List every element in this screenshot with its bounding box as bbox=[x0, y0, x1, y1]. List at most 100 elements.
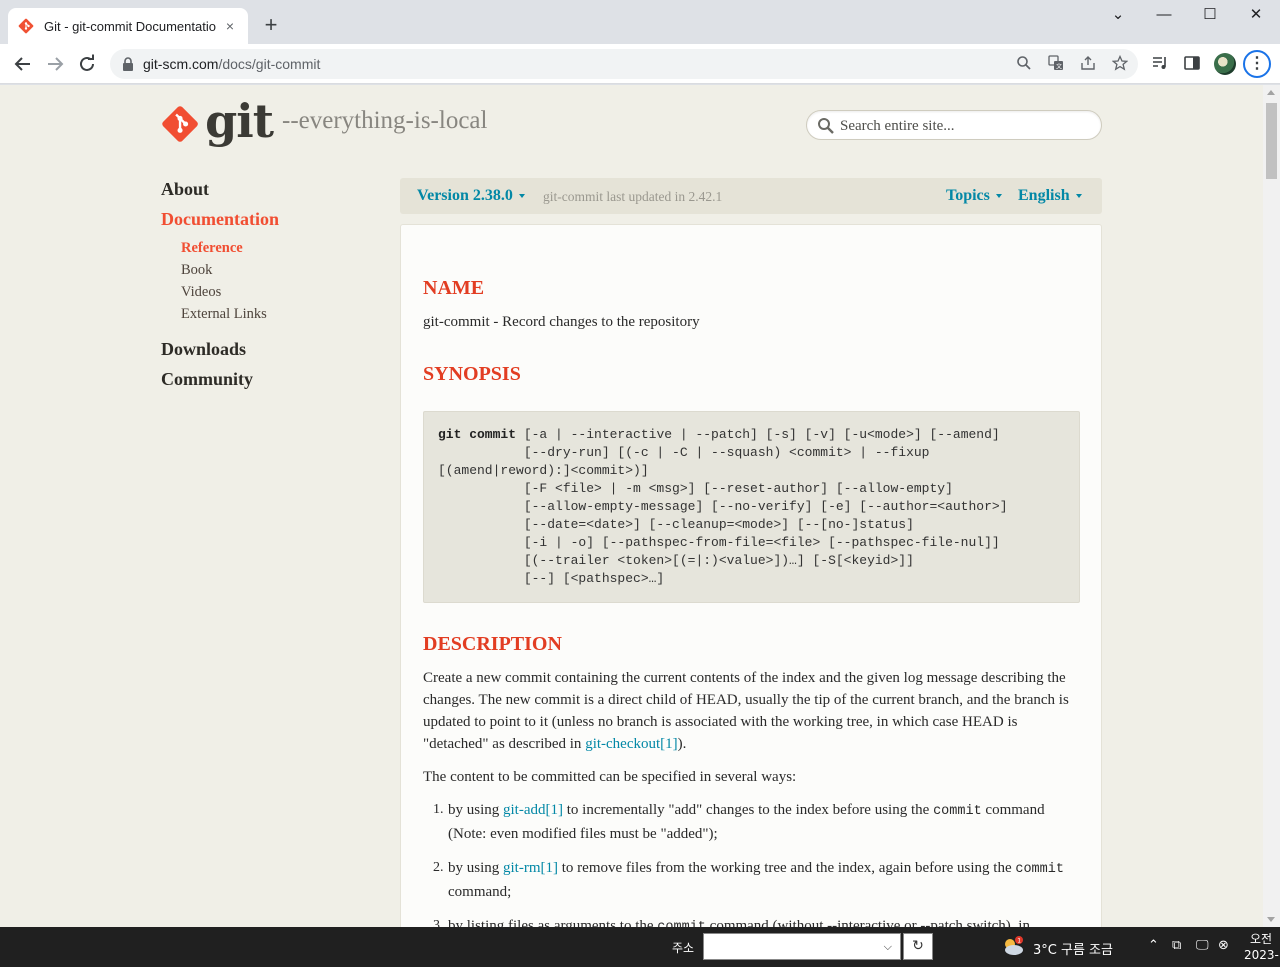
synopsis-block: git commit [-a | --interactive | --patch… bbox=[423, 411, 1080, 603]
caret-down-icon bbox=[1075, 194, 1082, 199]
synopsis-line: [--] [<pathspec>…] bbox=[438, 571, 665, 586]
reload-button[interactable] bbox=[75, 52, 99, 76]
browser-toolbar: git-scm.com/docs/git-commit 文 ⋮ bbox=[0, 44, 1280, 84]
git-rm-link[interactable]: git-rm[1] bbox=[503, 860, 558, 876]
url-host: git-scm.com bbox=[143, 56, 219, 72]
last-updated-text: git-commit last updated in 2.42.1 bbox=[543, 189, 723, 204]
list-text: by using bbox=[448, 860, 504, 876]
caret-down-icon bbox=[518, 194, 525, 199]
list-item: 1. by using git-add[1] to incrementally … bbox=[423, 799, 1083, 845]
language-dropdown[interactable]: English bbox=[1018, 187, 1082, 205]
name-heading: NAME bbox=[423, 277, 485, 299]
git-add-link[interactable]: git-add[1] bbox=[503, 802, 563, 818]
zoom-search-icon[interactable] bbox=[1015, 55, 1033, 73]
url-text: git-scm.com/docs/git-commit bbox=[143, 56, 320, 72]
address-refresh-button[interactable]: ↻ bbox=[903, 933, 933, 960]
list-item: 2. by using git-rm[1] to remove files fr… bbox=[423, 857, 1083, 903]
list-number: 3. bbox=[433, 918, 444, 927]
synopsis-line: [-i | -o] [--pathspec-from-file=<file> [… bbox=[438, 535, 1000, 550]
weather-text[interactable]: 3°C 구름 조금 bbox=[1033, 939, 1113, 958]
maximize-button[interactable]: ☐ bbox=[1187, 4, 1233, 26]
site-search[interactable] bbox=[806, 110, 1102, 140]
synopsis-line: [--date=<date>] [--cleanup=<mode>] [--[n… bbox=[438, 517, 914, 532]
nav-book[interactable]: Book bbox=[161, 259, 361, 281]
browser-tab[interactable]: Git - git-commit Documentation × bbox=[8, 8, 248, 44]
svg-text:文: 文 bbox=[1056, 63, 1062, 71]
version-label: Version 2.38.0 bbox=[417, 187, 513, 204]
media-playlist-icon[interactable] bbox=[1150, 54, 1170, 74]
version-dropdown[interactable]: Version 2.38.0 bbox=[417, 187, 525, 205]
inline-code: commit bbox=[657, 920, 706, 927]
bookmark-star-icon[interactable] bbox=[1111, 54, 1129, 73]
git-logo-icon bbox=[162, 106, 198, 142]
svg-text:1: 1 bbox=[1017, 938, 1021, 945]
nav-downloads[interactable]: Downloads bbox=[161, 337, 361, 367]
translate-icon[interactable]: 文 bbox=[1047, 55, 1065, 73]
ways-list: 1. by using git-add[1] to incrementally … bbox=[423, 799, 1083, 927]
list-text: to incrementally "add" changes to the in… bbox=[563, 802, 934, 818]
os-taskbar: 주소 ⌵ ↻ 1 3°C 구름 조금 ⌃ ⧉ 🖵 ⊗ 오전 2023- bbox=[0, 927, 1280, 967]
forward-arrow-icon bbox=[48, 57, 64, 71]
scrollbar-thumb[interactable] bbox=[1266, 103, 1277, 179]
nav-reference[interactable]: Reference bbox=[161, 237, 361, 259]
side-panel-icon[interactable] bbox=[1182, 54, 1202, 74]
scroll-down-icon[interactable] bbox=[1267, 917, 1275, 922]
close-window-button[interactable]: ✕ bbox=[1233, 4, 1279, 26]
git-checkout-link[interactable]: git-checkout[1] bbox=[585, 736, 677, 752]
new-tab-button[interactable]: + bbox=[260, 14, 282, 36]
nav-community[interactable]: Community bbox=[161, 367, 361, 397]
inline-code: commit bbox=[933, 804, 982, 819]
tab-search-icon[interactable]: ⌄ bbox=[1095, 4, 1141, 26]
synopsis-line: [--allow-empty-message] [--no-verify] [-… bbox=[438, 499, 1008, 514]
tray-app-icon[interactable]: ⧉ bbox=[1172, 938, 1181, 953]
page-viewport: git --everything-is-local About Document… bbox=[0, 85, 1263, 927]
logo-wordmark: git bbox=[205, 94, 274, 148]
minimize-button[interactable]: — bbox=[1141, 4, 1187, 26]
site-tagline: --everything-is-local bbox=[282, 107, 488, 134]
search-icon bbox=[818, 118, 834, 134]
nav-external-links[interactable]: External Links bbox=[161, 303, 361, 325]
address-bar[interactable]: git-scm.com/docs/git-commit 文 bbox=[110, 49, 1138, 79]
topics-dropdown[interactable]: Topics bbox=[946, 187, 1002, 205]
weather-cloud-icon[interactable]: 1 bbox=[1000, 935, 1026, 957]
scroll-up-icon[interactable] bbox=[1267, 90, 1275, 95]
description-text: Create a new commit containing the curre… bbox=[423, 670, 1069, 752]
address-toolbar-input[interactable]: ⌵ bbox=[703, 933, 901, 960]
git-logo[interactable]: git bbox=[161, 94, 274, 149]
page-scrollbar[interactable] bbox=[1263, 85, 1280, 927]
nav-videos[interactable]: Videos bbox=[161, 281, 361, 303]
synopsis-code: git commit [-a | --interactive | --patch… bbox=[438, 426, 1008, 588]
browser-menu-button[interactable]: ⋮ bbox=[1243, 50, 1271, 78]
forward-button[interactable] bbox=[43, 52, 67, 76]
tray-chevron-up-icon[interactable]: ⌃ bbox=[1148, 938, 1159, 953]
clock-date[interactable]: 2023- bbox=[1244, 948, 1279, 962]
profile-avatar[interactable] bbox=[1214, 53, 1236, 75]
reload-icon bbox=[80, 54, 94, 71]
lock-icon[interactable] bbox=[122, 57, 134, 71]
synopsis-heading: SYNOPSIS bbox=[423, 363, 521, 385]
synopsis-line: [-a | --interactive | --patch] [-s] [-v]… bbox=[516, 427, 1000, 442]
tab-close-icon[interactable]: × bbox=[222, 18, 238, 34]
nav-documentation[interactable]: Documentation bbox=[161, 207, 361, 237]
browser-titlebar: Git - git-commit Documentation × + ⌄ — ☐… bbox=[0, 0, 1280, 44]
synopsis-line: [-F <file> | -m <msg>] [--reset-author] … bbox=[438, 481, 953, 496]
back-button[interactable] bbox=[11, 52, 35, 76]
search-input[interactable] bbox=[840, 116, 1090, 136]
synopsis-line: [(amend|reword):]<commit>)] bbox=[438, 463, 649, 478]
share-icon[interactable] bbox=[1079, 55, 1097, 73]
inline-code: commit bbox=[1015, 862, 1064, 877]
description-text-end: ). bbox=[677, 736, 687, 752]
url-path: /docs/git-commit bbox=[218, 56, 321, 72]
clock-time[interactable]: 오전 bbox=[1250, 930, 1272, 947]
description-heading: DESCRIPTION bbox=[423, 633, 562, 655]
address-toolbar-label: 주소 bbox=[672, 941, 695, 955]
nav-about[interactable]: About bbox=[161, 177, 361, 207]
list-text: by listing files as arguments to the bbox=[448, 918, 658, 927]
chevron-down-icon[interactable]: ⌵ bbox=[884, 940, 892, 954]
name-text: git-commit - Record changes to the repos… bbox=[423, 314, 700, 330]
tray-close-icon[interactable]: ⊗ bbox=[1218, 938, 1229, 953]
synopsis-line: [--dry-run] [(-c | -C | --squash) <commi… bbox=[438, 445, 930, 460]
network-icon[interactable]: 🖵 bbox=[1196, 938, 1209, 953]
tab-title: Git - git-commit Documentation bbox=[44, 18, 216, 34]
